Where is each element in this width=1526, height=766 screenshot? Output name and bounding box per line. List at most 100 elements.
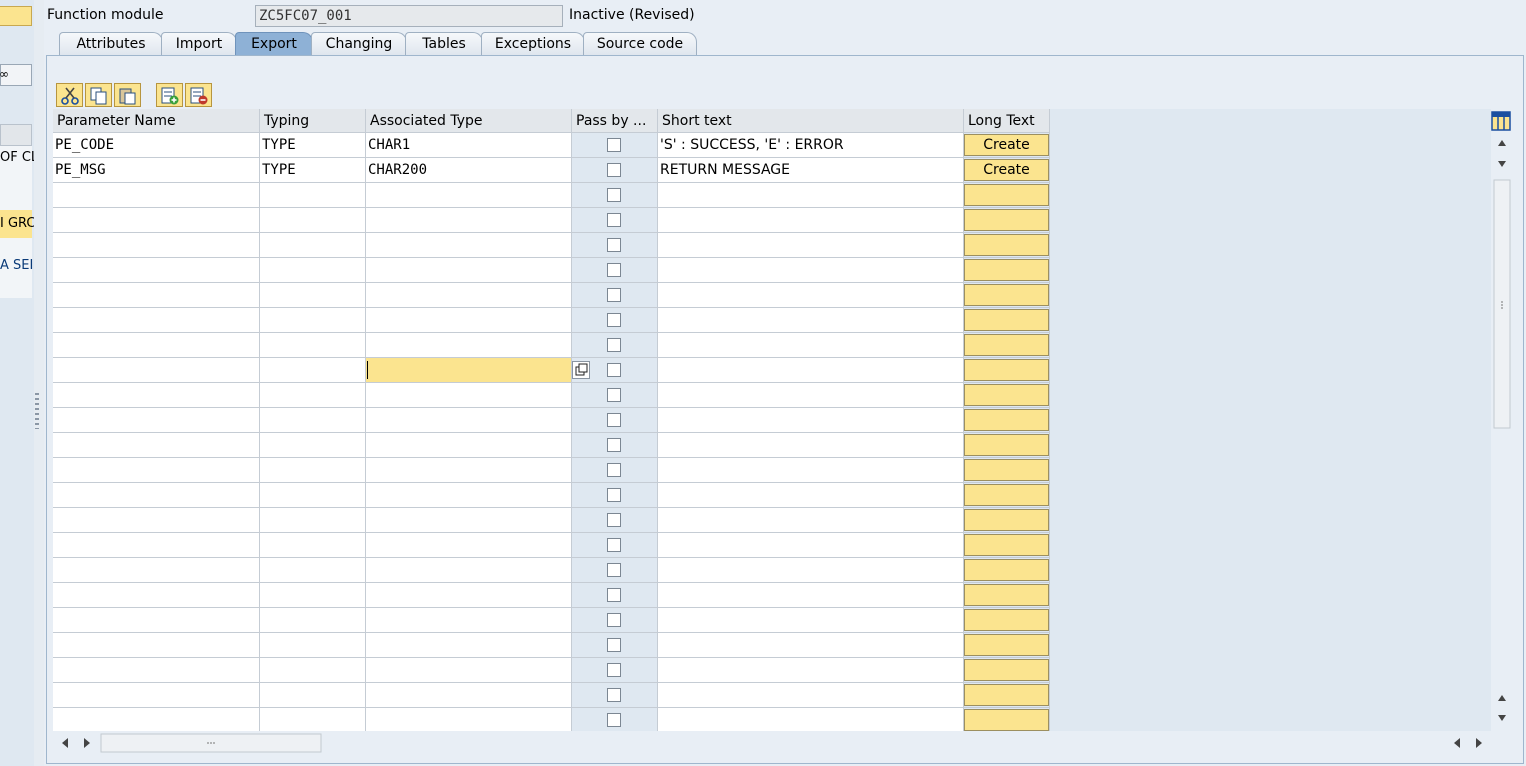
pass-by-value-cell[interactable] [572,583,658,608]
parameter-name-cell[interactable] [53,233,260,258]
long-text-cell[interactable] [964,558,1050,583]
pass-by-value-cell[interactable] [572,533,658,558]
pass-by-value-cell[interactable] [572,483,658,508]
associated-type-cell[interactable] [366,708,572,731]
parameter-name-cell[interactable] [53,683,260,708]
typing-cell[interactable] [260,358,366,383]
pass-by-value-cell[interactable] [572,183,658,208]
typing-cell[interactable] [260,433,366,458]
associated-type-cell-focused[interactable] [366,358,572,383]
column-header-short-text[interactable]: Short text [658,109,964,133]
long-text-cell[interactable] [964,433,1050,458]
long-text-cell[interactable] [964,333,1050,358]
tree-item-selected[interactable]: I GRC [0,210,34,238]
pass-by-value-checkbox[interactable] [607,388,621,402]
column-header-pass-by-value[interactable]: Pass by ... [572,109,658,133]
long-text-cell[interactable] [964,483,1050,508]
short-text-cell[interactable] [658,458,964,483]
pass-by-value-checkbox[interactable] [607,263,621,277]
pass-by-value-cell[interactable] [572,233,658,258]
parameter-name-cell[interactable]: PE_CODE [53,133,260,158]
typing-cell[interactable] [260,683,366,708]
parameter-name-cell[interactable] [53,433,260,458]
long-text-cell[interactable]: Create [964,133,1050,158]
long-text-create-button[interactable] [964,559,1049,581]
typing-cell[interactable] [260,583,366,608]
long-text-create-button[interactable] [964,209,1049,231]
typing-cell[interactable] [260,283,366,308]
scroll-left-icon[interactable] [1454,738,1460,748]
short-text-cell[interactable] [658,658,964,683]
parameter-name-cell[interactable] [53,208,260,233]
long-text-create-button[interactable] [964,334,1049,356]
long-text-create-button[interactable] [964,284,1049,306]
long-text-cell[interactable] [964,658,1050,683]
typing-cell[interactable] [260,658,366,683]
left-panel-button[interactable] [0,6,32,26]
pass-by-value-cell[interactable] [572,708,658,731]
short-text-cell[interactable] [658,258,964,283]
pass-by-value-checkbox[interactable] [607,188,621,202]
associated-type-cell[interactable] [366,258,572,283]
parameter-name-cell[interactable] [53,608,260,633]
parameter-name-cell[interactable] [53,358,260,383]
short-text-cell[interactable] [658,333,964,358]
short-text-cell[interactable] [658,558,964,583]
associated-type-cell[interactable] [366,233,572,258]
scroll-down-icon[interactable] [1498,161,1506,167]
pass-by-value-checkbox[interactable] [607,688,621,702]
insert-row-button[interactable] [156,83,183,107]
pass-by-value-checkbox[interactable] [607,463,621,477]
typing-cell[interactable] [260,233,366,258]
cut-button[interactable] [56,83,83,107]
pass-by-value-checkbox[interactable] [607,613,621,627]
associated-type-cell[interactable] [366,408,572,433]
long-text-create-button[interactable] [964,634,1049,656]
typing-cell[interactable] [260,383,366,408]
pass-by-value-cell[interactable] [572,633,658,658]
pass-by-value-checkbox[interactable] [607,138,621,152]
long-text-cell[interactable] [964,358,1050,383]
long-text-create-button[interactable] [964,609,1049,631]
long-text-create-button[interactable] [964,459,1049,481]
scroll-right-icon[interactable] [84,738,90,748]
long-text-cell[interactable] [964,683,1050,708]
column-header-long-text[interactable]: Long Text [964,109,1050,133]
scroll-up-icon[interactable] [1498,140,1506,146]
pass-by-value-checkbox[interactable] [607,663,621,677]
long-text-create-button[interactable] [964,309,1049,331]
pass-by-value-checkbox[interactable] [607,163,621,177]
pass-by-value-cell[interactable] [572,658,658,683]
typing-cell[interactable] [260,508,366,533]
associated-type-cell[interactable] [366,433,572,458]
paste-button[interactable] [114,83,141,107]
tab-exceptions[interactable]: Exceptions [481,32,585,55]
long-text-create-button[interactable] [964,709,1049,731]
parameter-name-cell[interactable] [53,508,260,533]
typing-cell[interactable] [260,408,366,433]
associated-type-cell[interactable]: CHAR1 [366,133,572,158]
short-text-cell[interactable] [658,308,964,333]
associated-type-cell[interactable] [366,208,572,233]
long-text-cell[interactable] [964,583,1050,608]
pass-by-value-checkbox[interactable] [607,713,621,727]
short-text-cell[interactable] [658,433,964,458]
tree-item[interactable]: A SEI [0,258,33,273]
parameter-name-cell[interactable] [53,633,260,658]
associated-type-cell[interactable] [366,483,572,508]
short-text-cell[interactable] [658,683,964,708]
long-text-cell[interactable] [964,308,1050,333]
associated-type-cell[interactable] [366,533,572,558]
long-text-cell[interactable] [964,258,1050,283]
long-text-create-button[interactable]: Create [964,134,1049,156]
short-text-cell[interactable] [658,183,964,208]
long-text-create-button[interactable] [964,259,1049,281]
associated-type-cell[interactable] [366,458,572,483]
parameter-name-cell[interactable] [53,658,260,683]
function-module-name-field[interactable]: ZC5FC07_001 [255,5,563,27]
parameter-name-cell[interactable] [53,533,260,558]
typing-cell[interactable] [260,558,366,583]
typing-cell[interactable]: TYPE [260,133,366,158]
associated-type-cell[interactable]: CHAR200 [366,158,572,183]
pass-by-value-checkbox[interactable] [607,588,621,602]
